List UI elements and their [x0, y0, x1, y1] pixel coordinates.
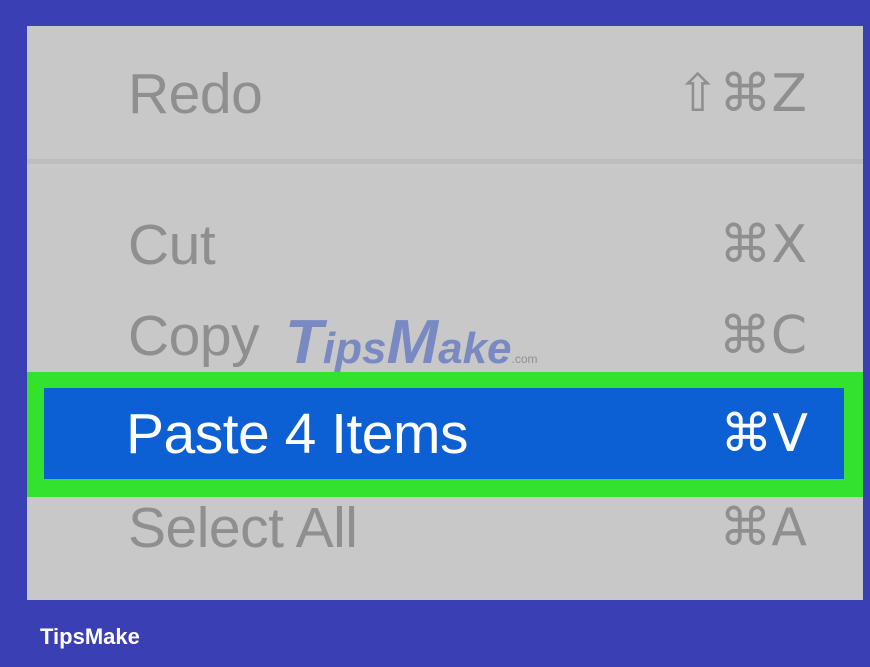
- menu-item-paste[interactable]: Paste 4 Items ⌘V: [44, 388, 844, 479]
- footer-bar: TipsMake: [0, 600, 870, 667]
- menu-item-label: Cut: [128, 213, 216, 277]
- menu-separator: [27, 159, 863, 164]
- menu-item-redo[interactable]: Redo ⇧⌘Z: [27, 46, 863, 142]
- menu-item-label: Paste 4 Items: [126, 401, 469, 466]
- edit-menu: Redo ⇧⌘Z Cut ⌘X Copy ⌘C Select All ⌘A: [27, 26, 863, 600]
- shortcut-label: ⌘X: [719, 215, 807, 275]
- shortcut-label: ⌘A: [719, 498, 807, 558]
- menu-item-label: Select All: [128, 496, 358, 560]
- shortcut-label: ⇧⌘Z: [675, 64, 807, 124]
- shortcut-label: ⌘V: [720, 403, 808, 464]
- menu-item-copy[interactable]: Copy ⌘C: [27, 288, 863, 384]
- menu-item-label: Copy: [128, 304, 260, 368]
- menu-item-cut[interactable]: Cut ⌘X: [27, 197, 863, 293]
- brand-label: TipsMake: [40, 624, 140, 649]
- shortcut-label: ⌘C: [718, 306, 807, 366]
- menu-item-label: Redo: [128, 62, 263, 126]
- screenshot-frame: Redo ⇧⌘Z Cut ⌘X Copy ⌘C Select All ⌘A Pa…: [0, 0, 870, 667]
